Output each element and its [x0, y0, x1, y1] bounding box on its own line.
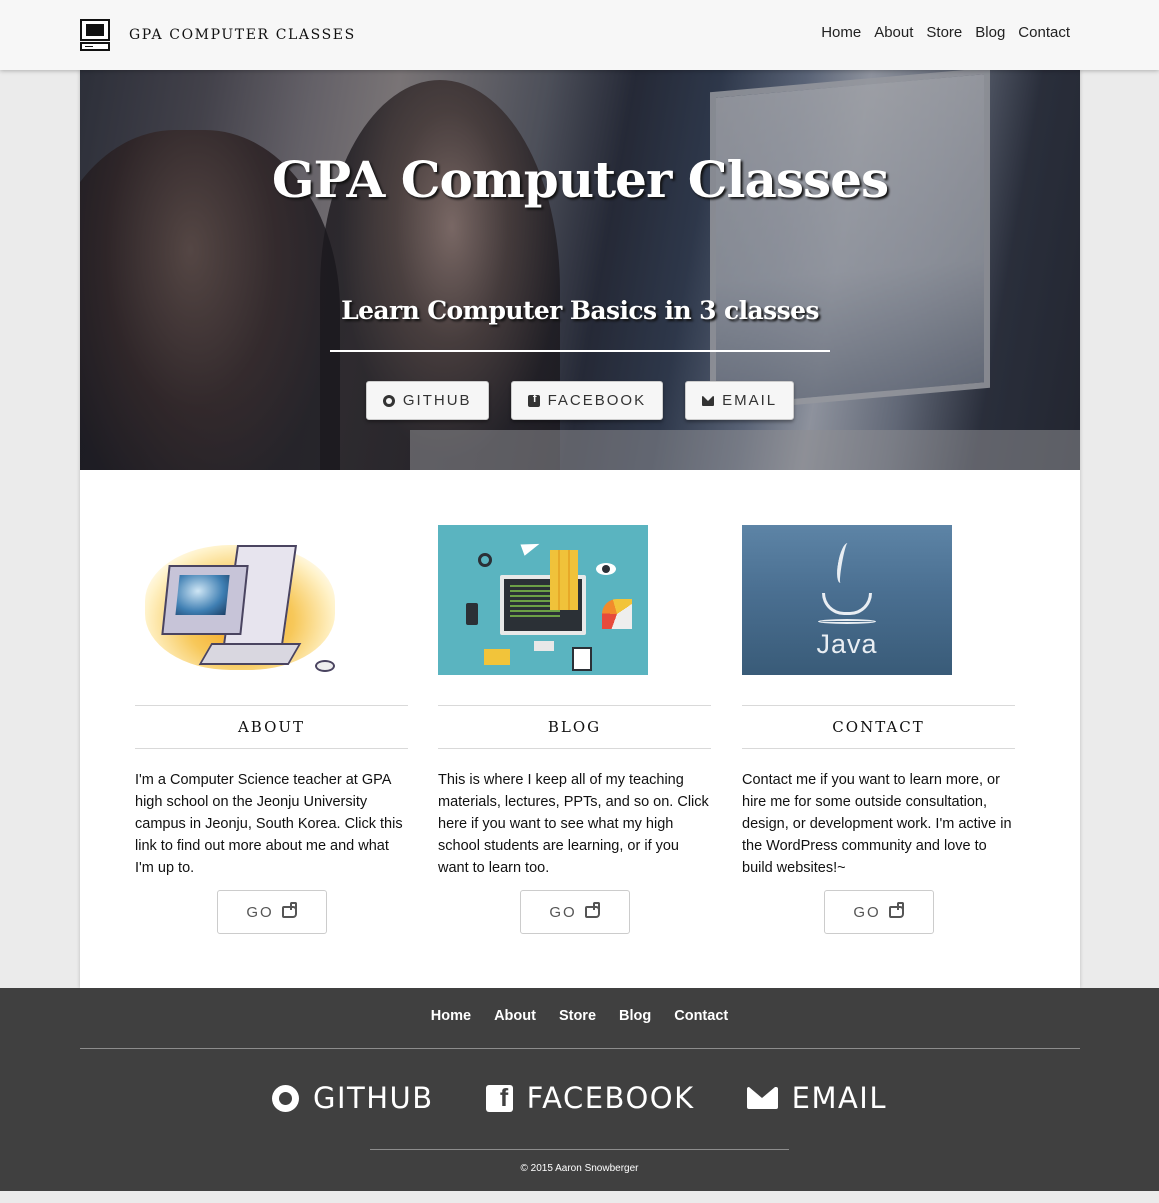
facebook-icon	[485, 1084, 513, 1113]
hero-divider	[330, 350, 830, 352]
nav-store-link[interactable]: Store	[926, 24, 962, 41]
footer-blog-link[interactable]: Blog	[619, 1008, 651, 1024]
hero-title: GPA Computer Classes	[271, 150, 889, 209]
brand[interactable]: GPA COMPUTER CLASSES	[80, 18, 356, 52]
web-design-illustration	[438, 525, 648, 675]
go-label: GO	[549, 903, 577, 921]
facebook-button[interactable]: FACEBOOK	[510, 381, 664, 420]
contact-heading: CONTACT	[742, 705, 1015, 749]
nav-contact-link[interactable]: Contact	[1018, 24, 1070, 41]
about-heading: ABOUT	[135, 705, 408, 749]
about-column: ABOUT I'm a Computer Science teacher at …	[135, 525, 408, 934]
contact-go-button[interactable]: GO	[823, 890, 934, 934]
nav-home-link[interactable]: Home	[821, 24, 861, 41]
envelope-icon	[702, 395, 715, 406]
github-button-label: GITHUB	[402, 392, 472, 409]
top-navbar: GPA COMPUTER CLASSES Home About Store Bl…	[0, 0, 1159, 70]
computer-logo-icon	[80, 19, 110, 51]
main-content: GPA Computer Classes Learn Computer Basi…	[80, 70, 1080, 988]
contact-text: Contact me if you want to learn more, or…	[742, 772, 1012, 876]
facebook-icon	[527, 393, 540, 407]
github-icon	[271, 1084, 299, 1112]
brand-name[interactable]: GPA COMPUTER CLASSES	[129, 27, 356, 43]
java-logo-text: Java	[816, 629, 878, 659]
footer-divider	[370, 1149, 789, 1150]
email-button[interactable]: EMAIL	[685, 381, 795, 420]
footer-store-link[interactable]: Store	[559, 1008, 596, 1024]
site-footer: Home About Store Blog Contact GITHUB FAC…	[0, 988, 1159, 1191]
computer-illustration	[135, 525, 345, 675]
nav-about-link[interactable]: About	[874, 24, 913, 41]
blog-column: BLOG This is where I keep all of my teac…	[438, 525, 711, 934]
about-go-button[interactable]: GO	[216, 890, 327, 934]
hand-pointer-icon	[584, 902, 600, 918]
footer-social-links: GITHUB FACEBOOK EMAIL	[0, 1081, 1159, 1115]
about-text: I'm a Computer Science teacher at GPA hi…	[135, 772, 403, 876]
footer-about-link[interactable]: About	[494, 1008, 536, 1024]
email-button-label: EMAIL	[722, 392, 778, 409]
contact-column: Java CONTACT Contact me if you want to l…	[742, 525, 1015, 934]
blog-text: This is where I keep all of my teaching …	[438, 772, 709, 876]
hand-pointer-icon	[888, 902, 904, 918]
footer-github-label: GITHUB	[312, 1081, 434, 1115]
blog-heading: BLOG	[438, 705, 711, 749]
go-label: GO	[246, 903, 274, 921]
hero-subtitle: Learn Computer Basics in 3 classes	[341, 296, 819, 325]
github-button[interactable]: GITHUB	[365, 381, 489, 420]
footer-divider	[80, 1048, 1080, 1049]
footer-home-link[interactable]: Home	[431, 1008, 471, 1024]
hand-pointer-icon	[281, 902, 297, 918]
hero-social-buttons: GITHUB FACEBOOK EMAIL	[80, 381, 1080, 420]
envelope-icon	[746, 1087, 778, 1109]
go-label: GO	[853, 903, 881, 921]
footer-email-label: EMAIL	[791, 1081, 888, 1115]
footer-email-link[interactable]: EMAIL	[746, 1081, 888, 1115]
footer-nav: Home About Store Blog Contact	[0, 1008, 1159, 1024]
github-icon	[382, 394, 395, 407]
footer-github-link[interactable]: GITHUB	[271, 1081, 434, 1115]
hero-banner: GPA Computer Classes Learn Computer Basi…	[80, 70, 1080, 470]
footer-facebook-label: FACEBOOK	[526, 1081, 695, 1115]
copyright-text: © 2015 Aaron Snowberger	[520, 1163, 639, 1174]
footer-facebook-link[interactable]: FACEBOOK	[485, 1081, 695, 1115]
footer-contact-link[interactable]: Contact	[674, 1008, 728, 1024]
blog-go-button[interactable]: GO	[519, 890, 630, 934]
facebook-button-label: FACEBOOK	[547, 392, 647, 409]
java-logo-image: Java	[742, 525, 952, 675]
main-nav: Home About Store Blog Contact	[821, 24, 1070, 41]
nav-blog-link[interactable]: Blog	[975, 24, 1005, 41]
